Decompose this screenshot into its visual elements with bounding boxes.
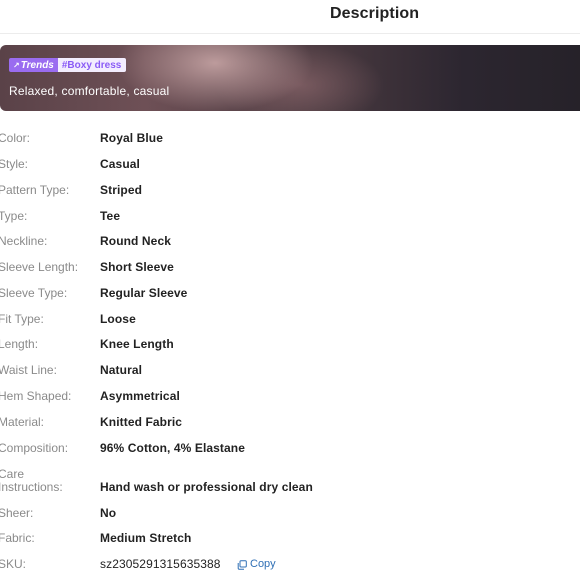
hashtag-label: #Boxy dress xyxy=(57,58,127,72)
trends-badge: ↗ Trends xyxy=(9,58,58,72)
spec-label: Neckline: xyxy=(0,234,48,248)
spec-value: Knitted Fabric xyxy=(100,415,183,429)
spec-label: Pattern Type: xyxy=(0,183,70,197)
page-title: Description xyxy=(330,5,420,22)
copy-label: Copy xyxy=(250,558,276,570)
trends-badge-label: Trends xyxy=(20,60,54,71)
spec-value: 96% Cotton, 4% Elastane xyxy=(100,441,246,455)
spec-label: Waist Line: xyxy=(0,363,57,377)
spec-value: Casual xyxy=(100,157,140,171)
spec-label: Material: xyxy=(0,415,45,429)
banner-subtitle: Relaxed, comfortable, casual xyxy=(9,84,170,98)
copy-sku-button[interactable]: Copy xyxy=(237,558,276,571)
spec-label: Length: xyxy=(0,337,39,351)
spec-label-line2: Instructions: xyxy=(0,480,63,494)
spec-value: No xyxy=(100,506,117,520)
spec-label: SKU: xyxy=(0,557,27,571)
spec-label: Hem Shaped: xyxy=(0,389,72,403)
spec-label: Color: xyxy=(0,131,31,145)
spec-value: Knee Length xyxy=(100,337,174,351)
spec-value: Regular Sleeve xyxy=(100,286,188,300)
trends-banner[interactable]: ↗ Trends #Boxy dress Relaxed, comfortabl… xyxy=(0,45,580,111)
spec-label: Fit Type: xyxy=(0,312,44,326)
spec-label: Composition: xyxy=(0,441,69,455)
spec-value: Loose xyxy=(100,312,136,326)
spec-label: Style: xyxy=(0,157,29,171)
sku-value: sz2305291315635388 xyxy=(100,557,221,571)
spec-value: Natural xyxy=(100,363,143,377)
spec-value: Medium Stretch xyxy=(100,531,192,545)
spec-label: Type: xyxy=(0,209,28,223)
spec-value: Royal Blue xyxy=(100,131,164,145)
spec-value: Asymmetrical xyxy=(100,389,180,403)
copy-icon xyxy=(237,559,247,570)
spec-value: Hand wash or professional dry clean xyxy=(100,480,313,494)
trend-arrow-icon: ↗ xyxy=(13,61,20,70)
trend-tag[interactable]: ↗ Trends #Boxy dress xyxy=(9,58,127,72)
spec-value: Tee xyxy=(100,209,121,223)
spec-label: Sleeve Length: xyxy=(0,260,79,274)
spec-label: Sheer: xyxy=(0,506,34,520)
spec-label: Fabric: xyxy=(0,531,35,545)
spec-value: Striped xyxy=(100,183,143,197)
spec-label: Sleeve Type: xyxy=(0,286,68,300)
spec-value: Round Neck xyxy=(100,234,172,248)
spec-value: Short Sleeve xyxy=(100,260,174,274)
description-header: Description xyxy=(0,0,580,34)
